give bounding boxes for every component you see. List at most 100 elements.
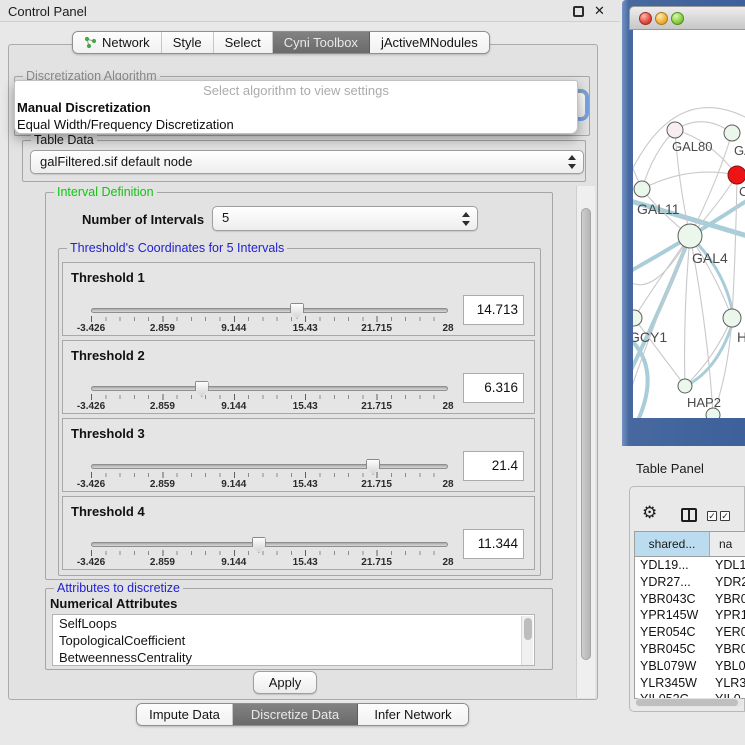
edge[interactable]: [732, 175, 737, 318]
table-cell[interactable]: YBR045C: [635, 641, 710, 658]
node-top-right[interactable]: [724, 125, 740, 141]
float-window-icon[interactable]: [573, 6, 584, 17]
number-of-intervals-value: 5: [222, 210, 229, 225]
table-row[interactable]: YLR345WYLR3: [635, 675, 745, 692]
table-cell[interactable]: YER0: [710, 624, 745, 641]
edge[interactable]: [685, 318, 732, 386]
top-tab-bar: Network Style Select Cyni Toolbox jActiv…: [72, 31, 490, 54]
table-data-combobox[interactable]: galFiltered.sif default node: [30, 150, 584, 174]
threshold-3-value-field[interactable]: 21.4: [463, 451, 524, 481]
slider-tick-label: 9.144: [221, 557, 246, 568]
slider-tick-label: -3.426: [77, 401, 105, 412]
table-row[interactable]: YPR145WYPR1: [635, 607, 745, 624]
tab-jactivemnodules[interactable]: jActiveMNodules: [370, 32, 489, 53]
dropdown-placeholder-item[interactable]: Select algorithm to view settings: [15, 82, 577, 99]
control-panel-scrollbar-thumb[interactable]: [581, 208, 591, 660]
table-cell[interactable]: YBL079W: [635, 658, 710, 675]
apply-button[interactable]: Apply: [253, 671, 317, 694]
table-cell[interactable]: YBR0: [710, 591, 745, 608]
threshold-1-panel: Threshold 1 -3.4262.8599.14415.4321.7152…: [62, 262, 535, 336]
table-cell[interactable]: YPR145W: [635, 607, 710, 624]
traffic-light-minimize-icon[interactable]: [655, 12, 668, 25]
tab-cyni-toolbox[interactable]: Cyni Toolbox: [273, 32, 370, 53]
close-icon[interactable]: ✕: [594, 3, 605, 19]
traffic-light-zoom-icon[interactable]: [671, 12, 684, 25]
network-window-titlebar[interactable]: [629, 6, 745, 30]
node-hap2[interactable]: [678, 379, 692, 393]
tab-style[interactable]: Style: [162, 32, 214, 53]
table-scrollbar-thumb[interactable]: [636, 699, 738, 706]
numerical-attributes-list[interactable]: SelfLoopsTopologicalCoefficientBetweenne…: [52, 614, 535, 666]
table-row[interactable]: YDL19...YDL1: [635, 557, 745, 574]
numerical-attribute-item[interactable]: SelfLoops: [53, 615, 534, 632]
table-cell[interactable]: YBL0: [710, 658, 745, 675]
edge[interactable]: [642, 130, 675, 189]
numerical-attribute-item[interactable]: BetweennessCentrality: [53, 649, 534, 666]
checkbox-icon[interactable]: ✓: [720, 511, 730, 521]
bottom-tab-bar: Impute Data Discretize Data Infer Networ…: [136, 703, 469, 726]
threshold-1-slider[interactable]: -3.4262.8599.14415.4321.71528: [91, 303, 448, 337]
slider-scale: -3.4262.8599.14415.4321.71528: [91, 401, 448, 413]
edge[interactable]: [642, 172, 737, 189]
attributes-group-label: Attributes to discretize: [54, 582, 183, 595]
gear-icon[interactable]: ⚙: [642, 504, 657, 521]
node-label-c: C: [739, 184, 745, 199]
dropdown-option-manual-discretization[interactable]: Manual Discretization: [15, 99, 577, 116]
threshold-4-slider[interactable]: -3.4262.8599.14415.4321.71528: [91, 537, 448, 571]
node-highlighted-red[interactable]: [728, 166, 745, 184]
node-gcy1[interactable]: [633, 310, 642, 326]
table-cell[interactable]: YBR0: [710, 641, 745, 658]
node-attribute-table[interactable]: shared... na YDL19...YDL1YDR27...YDR2YBR…: [634, 531, 745, 699]
table-cell[interactable]: YLR3: [710, 675, 745, 692]
table-cell[interactable]: YDR27...: [635, 574, 710, 591]
table-row[interactable]: YBR043CYBR0: [635, 591, 745, 608]
node-gal80[interactable]: [667, 122, 683, 138]
threshold-2-value-field[interactable]: 6.316: [463, 373, 524, 403]
table-horizontal-scrollbar[interactable]: [635, 698, 743, 707]
tab-impute-data[interactable]: Impute Data: [137, 704, 233, 725]
threshold-2-slider[interactable]: -3.4262.8599.14415.4321.71528: [91, 381, 448, 415]
column-header-name[interactable]: na: [710, 532, 745, 556]
control-panel-scrollbar[interactable]: [576, 186, 595, 698]
table-cell[interactable]: YDL1: [710, 557, 745, 574]
columns-icon[interactable]: [681, 508, 697, 522]
checkbox-icon[interactable]: ✓: [707, 511, 717, 521]
slider-tick-label: 28: [442, 479, 453, 490]
table-cell[interactable]: YBR043C: [635, 591, 710, 608]
node-h[interactable]: [723, 309, 741, 327]
list-scrollbar[interactable]: [521, 616, 533, 666]
node-gal11[interactable]: [634, 181, 650, 197]
tab-network[interactable]: Network: [73, 32, 162, 53]
network-canvas[interactable]: GAL80 GA C GAL11 GAL4 GCY1 H HAP2: [633, 30, 745, 418]
list-scrollbar-thumb[interactable]: [524, 618, 532, 640]
table-row[interactable]: YBR045CYBR0: [635, 641, 745, 658]
number-of-intervals-combobox[interactable]: 5: [212, 206, 478, 231]
tab-discretize-data[interactable]: Discretize Data: [233, 704, 358, 725]
node-gal4[interactable]: [678, 224, 702, 248]
table-cell[interactable]: YPR1: [710, 607, 745, 624]
table-cell[interactable]: YER054C: [635, 624, 710, 641]
numerical-attribute-item[interactable]: TopologicalCoefficient: [53, 632, 534, 649]
table-cell[interactable]: YDR2: [710, 574, 745, 591]
table-row[interactable]: YDR27...YDR2: [635, 574, 745, 591]
traffic-light-close-icon[interactable]: [639, 12, 652, 25]
edge[interactable]: [690, 236, 732, 318]
table-cell[interactable]: YDL19...: [635, 557, 710, 574]
tab-infer-network[interactable]: Infer Network: [358, 704, 468, 725]
thresholds-group-label: Threshold's Coordinates for 5 Intervals: [67, 242, 287, 255]
threshold-1-value-field[interactable]: 14.713: [463, 295, 524, 325]
table-data-combobox-value: galFiltered.sif default node: [40, 154, 192, 169]
column-header-shared-name[interactable]: shared...: [635, 532, 710, 556]
table-row[interactable]: YER054CYER0: [635, 624, 745, 641]
dropdown-option-equal-width-frequency[interactable]: Equal Width/Frequency Discretization: [15, 116, 577, 133]
threshold-4-value-field[interactable]: 11.344: [463, 529, 524, 559]
node-label-gal80: GAL80: [672, 139, 712, 154]
edge[interactable]: [675, 122, 732, 133]
edge[interactable]: [685, 236, 690, 386]
slider-scale: -3.4262.8599.14415.4321.71528: [91, 323, 448, 335]
threshold-3-slider[interactable]: -3.4262.8599.14415.4321.71528: [91, 459, 448, 493]
table-cell[interactable]: YLR345W: [635, 675, 710, 692]
table-row[interactable]: YBL079WYBL0: [635, 658, 745, 675]
attributes-list-items: SelfLoopsTopologicalCoefficientBetweenne…: [53, 615, 534, 666]
tab-select[interactable]: Select: [214, 32, 273, 53]
